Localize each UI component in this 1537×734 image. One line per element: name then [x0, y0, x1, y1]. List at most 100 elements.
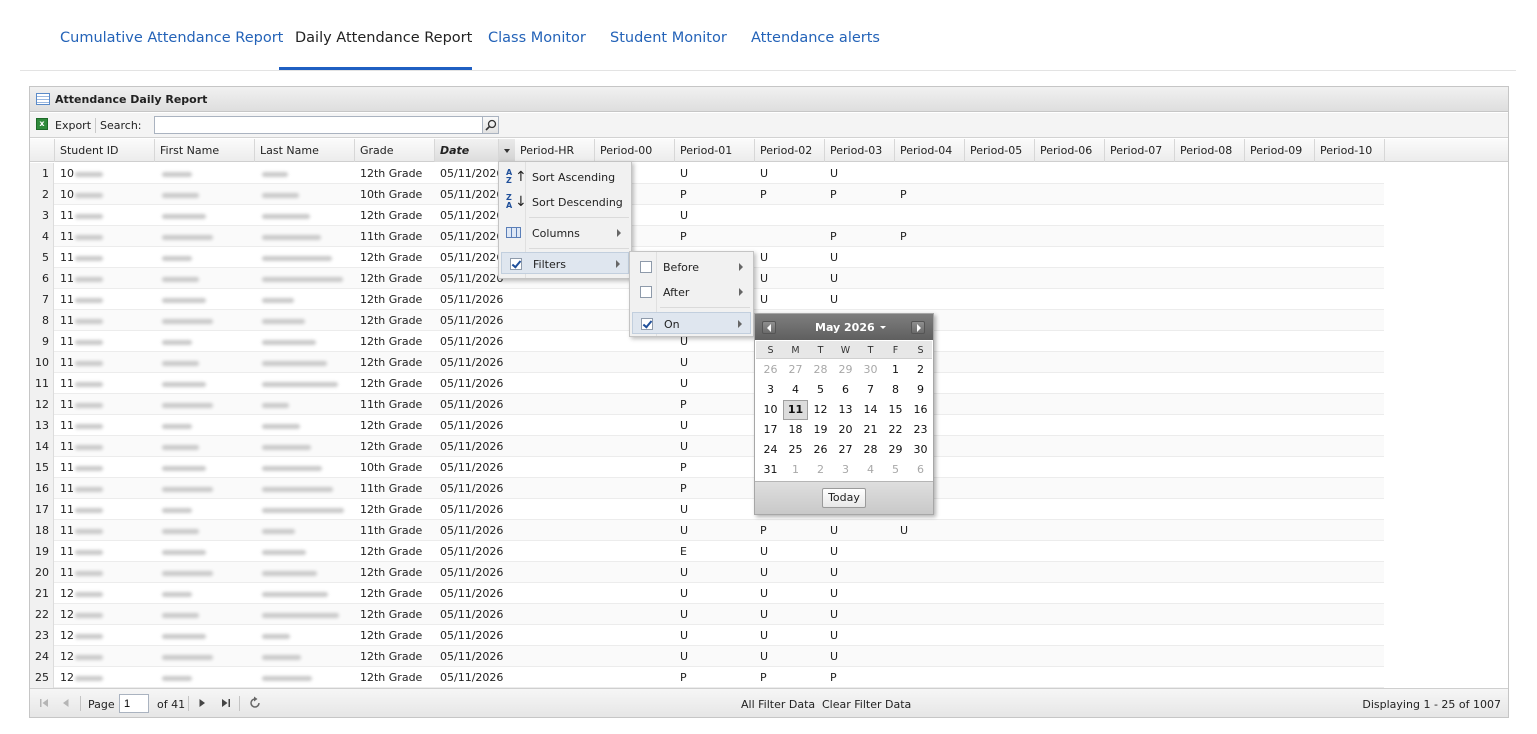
calendar-day[interactable]: 30 [858, 360, 883, 380]
calendar-day[interactable]: 3 [833, 460, 858, 480]
calendar-day[interactable]: 5 [808, 380, 833, 400]
header-grade[interactable]: Grade [355, 139, 435, 162]
calendar-day[interactable]: 28 [808, 360, 833, 380]
table-row[interactable]: 11 11 12th Grade 05/11/2026 U [30, 373, 1384, 394]
tab-attendance-alerts[interactable]: Attendance alerts [751, 30, 880, 46]
on-checkbox[interactable] [641, 318, 653, 330]
header-last-name[interactable]: Last Name [255, 139, 355, 162]
calendar-day[interactable]: 1 [883, 360, 908, 380]
calendar-day[interactable]: 2 [908, 360, 933, 380]
next-page-icon[interactable] [196, 697, 208, 709]
table-row[interactable]: 15 11 10th Grade 05/11/2026 P [30, 457, 1384, 478]
calendar-day[interactable]: 19 [808, 420, 833, 440]
tab-daily-attendance-report[interactable]: Daily Attendance Report [295, 30, 472, 46]
table-row[interactable]: 23 12 12th Grade 05/11/2026 U U U [30, 625, 1384, 646]
table-row[interactable]: 18 11 11th Grade 05/11/2026 U P U U [30, 520, 1384, 541]
previous-month-button[interactable] [762, 321, 776, 334]
calendar-day[interactable]: 11 [783, 400, 808, 420]
calendar-day[interactable]: 29 [833, 360, 858, 380]
filters-item[interactable]: Filters [501, 252, 629, 274]
last-page-icon[interactable] [220, 697, 232, 709]
table-row[interactable]: 14 11 12th Grade 05/11/2026 U [30, 436, 1384, 457]
sort-ascending-item[interactable]: A Z ↑ Sort Ascending [501, 166, 629, 188]
calendar-day[interactable]: 17 [758, 420, 783, 440]
previous-page-icon[interactable] [60, 697, 72, 709]
table-row[interactable]: 16 11 11th Grade 05/11/2026 P [30, 478, 1384, 499]
calendar-day[interactable]: 14 [858, 400, 883, 420]
calendar-day[interactable]: 16 [908, 400, 933, 420]
calendar-day[interactable]: 8 [883, 380, 908, 400]
calendar-day[interactable]: 4 [858, 460, 883, 480]
table-row[interactable]: 3 11 12th Grade 05/11/2026 U [30, 205, 1384, 226]
month-year-selector[interactable]: May 2026 [815, 321, 886, 334]
calendar-day[interactable]: 1 [783, 460, 808, 480]
tab-cumulative-attendance-report[interactable]: Cumulative Attendance Report [60, 30, 283, 46]
calendar-day[interactable]: 10 [758, 400, 783, 420]
date-column-menu-trigger[interactable] [498, 139, 515, 162]
calendar-day[interactable]: 21 [858, 420, 883, 440]
calendar-day[interactable]: 24 [758, 440, 783, 460]
table-row[interactable]: 17 11 12th Grade 05/11/2026 U [30, 499, 1384, 520]
calendar-day[interactable]: 26 [808, 440, 833, 460]
calendar-day[interactable]: 25 [783, 440, 808, 460]
header-first-name[interactable]: First Name [155, 139, 255, 162]
calendar-day[interactable]: 2 [808, 460, 833, 480]
table-row[interactable]: 12 11 11th Grade 05/11/2026 P [30, 394, 1384, 415]
calendar-day[interactable]: 12 [808, 400, 833, 420]
header-period-09[interactable]: Period-09 [1245, 139, 1315, 162]
calendar-day[interactable]: 30 [908, 440, 933, 460]
calendar-day[interactable]: 6 [833, 380, 858, 400]
calendar-day[interactable]: 27 [783, 360, 808, 380]
calendar-day[interactable]: 5 [883, 460, 908, 480]
first-page-icon[interactable] [38, 697, 50, 709]
table-row[interactable]: 20 11 12th Grade 05/11/2026 U U U [30, 562, 1384, 583]
table-row[interactable]: 4 11 11th Grade 05/11/2026 P P P [30, 226, 1384, 247]
calendar-day[interactable]: 15 [883, 400, 908, 420]
export-button[interactable]: Export [55, 119, 91, 132]
after-checkbox[interactable] [640, 286, 652, 298]
before-checkbox[interactable] [640, 261, 652, 273]
table-row[interactable]: 10 11 12th Grade 05/11/2026 U [30, 352, 1384, 373]
table-row[interactable]: 13 11 12th Grade 05/11/2026 U [30, 415, 1384, 436]
calendar-day[interactable]: 27 [833, 440, 858, 460]
page-number-input[interactable] [119, 694, 149, 713]
next-month-button[interactable] [911, 321, 925, 334]
calendar-day[interactable]: 26 [758, 360, 783, 380]
header-period-04[interactable]: Period-04 [895, 139, 965, 162]
tab-class-monitor[interactable]: Class Monitor [488, 30, 586, 46]
table-row[interactable]: 1 10 12th Grade 05/11/2026 U U U [30, 163, 1384, 184]
filters-checkbox[interactable] [510, 258, 522, 270]
calendar-day[interactable]: 29 [883, 440, 908, 460]
calendar-day[interactable]: 4 [783, 380, 808, 400]
columns-item[interactable]: Columns [501, 222, 629, 244]
table-row[interactable]: 24 12 12th Grade 05/11/2026 U U U [30, 646, 1384, 667]
table-row[interactable]: 22 12 12th Grade 05/11/2026 U U U [30, 604, 1384, 625]
today-button[interactable]: Today [822, 488, 866, 508]
table-row[interactable]: 2 10 10th Grade 05/11/2026 P P P P [30, 184, 1384, 205]
header-period-01[interactable]: Period-01 [675, 139, 755, 162]
search-input[interactable] [154, 116, 484, 134]
search-button[interactable] [482, 116, 499, 134]
header-period-05[interactable]: Period-05 [965, 139, 1035, 162]
calendar-day[interactable]: 22 [883, 420, 908, 440]
sort-descending-item[interactable]: Z A ↓ Sort Descending [501, 191, 629, 213]
header-period-02[interactable]: Period-02 [755, 139, 825, 162]
refresh-icon[interactable] [248, 696, 262, 710]
calendar-day[interactable]: 20 [833, 420, 858, 440]
table-row[interactable]: 21 12 12th Grade 05/11/2026 U U U [30, 583, 1384, 604]
header-period-08[interactable]: Period-08 [1175, 139, 1245, 162]
table-row[interactable]: 25 12 12th Grade 05/11/2026 P P P [30, 667, 1384, 688]
filter-after-item[interactable]: After [632, 281, 751, 303]
header-period-07[interactable]: Period-07 [1105, 139, 1175, 162]
header-period-10[interactable]: Period-10 [1315, 139, 1385, 162]
calendar-day[interactable]: 31 [758, 460, 783, 480]
header-period-06[interactable]: Period-06 [1035, 139, 1105, 162]
table-row[interactable]: 19 11 12th Grade 05/11/2026 E U U [30, 541, 1384, 562]
calendar-day[interactable]: 23 [908, 420, 933, 440]
excel-icon[interactable]: x [36, 118, 48, 130]
calendar-day[interactable]: 3 [758, 380, 783, 400]
filter-on-item[interactable]: On [632, 312, 751, 334]
calendar-day[interactable]: 6 [908, 460, 933, 480]
header-period-hr[interactable]: Period-HR [515, 139, 595, 162]
calendar-day[interactable]: 18 [783, 420, 808, 440]
